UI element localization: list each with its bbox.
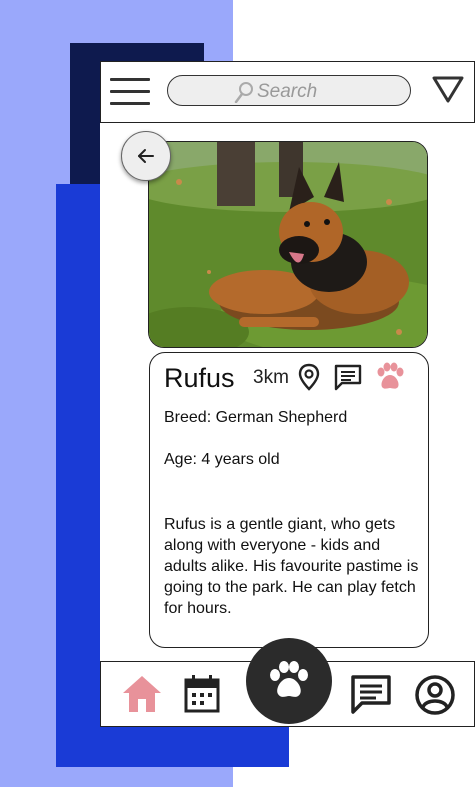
calendar-icon[interactable]	[183, 674, 221, 714]
distance-label: 3km	[253, 367, 289, 388]
dog-photo	[148, 141, 428, 348]
triangle-filter-icon[interactable]	[432, 76, 464, 104]
chat-icon[interactable]	[350, 674, 392, 716]
search-placeholder: Search	[257, 81, 318, 102]
paw-icon	[270, 661, 308, 697]
paw-fab-button[interactable]	[246, 638, 332, 724]
description-text: Rufus is a gentle giant, who gets along …	[164, 516, 419, 617]
phone-screen: Search Rufus 3km Breed: German Shepherd …	[100, 61, 476, 727]
dog-info-card: Rufus 3km Breed: German Shepherd Age: 4 …	[149, 352, 429, 648]
top-bar: Search	[100, 61, 475, 123]
age-text: Age: 4 years old	[164, 451, 280, 468]
paw-icon[interactable]	[374, 362, 406, 392]
breed-text: Breed: German Shepherd	[164, 409, 348, 426]
arrow-left-icon	[138, 149, 154, 163]
home-icon[interactable]	[121, 674, 163, 714]
dog-name: Rufus	[164, 363, 235, 393]
chat-icon[interactable]	[333, 363, 363, 391]
search-icon	[234, 82, 253, 103]
location-pin-icon[interactable]	[298, 363, 320, 391]
search-input[interactable]: Search	[167, 75, 411, 106]
dog-photo-image	[149, 142, 427, 347]
back-button[interactable]	[121, 131, 171, 181]
hamburger-menu-icon[interactable]	[110, 78, 150, 105]
profile-icon[interactable]	[414, 674, 456, 716]
